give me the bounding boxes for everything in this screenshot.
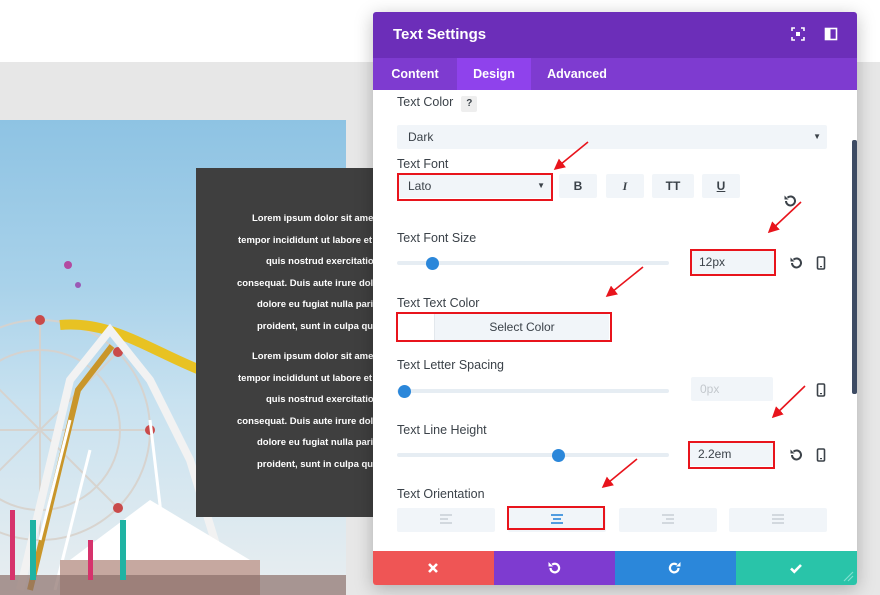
tab-design[interactable]: Design (457, 58, 531, 90)
redo-button[interactable] (615, 551, 736, 585)
paragraph-line: proident, sunt in culpa qui o (257, 458, 385, 470)
paragraph-line: quis nostrud exercitation ul (266, 256, 391, 267)
save-button[interactable] (736, 551, 857, 585)
paragraph-line: dolore eu fugiat nulla paria (257, 299, 379, 310)
modal-tabs: Content Design Advanced (373, 58, 857, 90)
expand-icon[interactable] (791, 27, 805, 41)
paragraph-line: proident, sunt in culpa qui o (257, 320, 385, 332)
redo-icon (668, 562, 681, 574)
annotation-arrows (553, 141, 806, 489)
sidebar-toggle-icon[interactable] (824, 27, 838, 41)
paragraph-line: dolore eu fugiat nulla paria (257, 437, 379, 448)
paragraph-line: Lorem ipsum dolor sit amet, (252, 213, 380, 224)
undo-button[interactable] (494, 551, 615, 585)
settings-panel: Text Color? Dark ▼ Text Font Lato ▼ B I TT… (373, 90, 857, 551)
paragraph-line: tempor incididunt ut labore et d (238, 234, 381, 246)
check-icon (790, 564, 802, 574)
modal-title: Text Settings (393, 26, 487, 43)
paragraph-line: consequat. Duis aute irure dolo (237, 277, 379, 289)
paragraph-line: consequat. Duis aute irure dolo (237, 415, 379, 427)
paragraph-line: tempor incididunt ut labore et d (238, 372, 381, 384)
text-settings-modal: Text Settings Content Design Advanced Te… (373, 12, 857, 585)
close-icon (428, 563, 438, 573)
tab-advanced[interactable]: Advanced (531, 58, 623, 90)
undo-icon (548, 562, 561, 574)
paragraph-1: Lorem ipsum dolor sit amet, tempor incid… (196, 208, 396, 337)
modal-header: Text Settings (373, 12, 857, 58)
dark-text-module: Lorem ipsum dolor sit amet, tempor incid… (196, 168, 396, 517)
tab-content[interactable]: Content (373, 58, 457, 90)
paragraph-2: Lorem ipsum dolor sit amet, tempor incid… (196, 346, 396, 475)
cancel-button[interactable] (373, 551, 494, 585)
panel-scrollbar[interactable] (852, 140, 857, 394)
page: Lorem ipsum dolor sit amet, tempor incid… (0, 0, 880, 595)
paragraph-line: quis nostrud exercitation ul (266, 394, 391, 405)
paragraph-line: Lorem ipsum dolor sit amet, (252, 351, 380, 362)
resize-handle-icon[interactable] (843, 571, 854, 582)
modal-footer (373, 551, 857, 585)
